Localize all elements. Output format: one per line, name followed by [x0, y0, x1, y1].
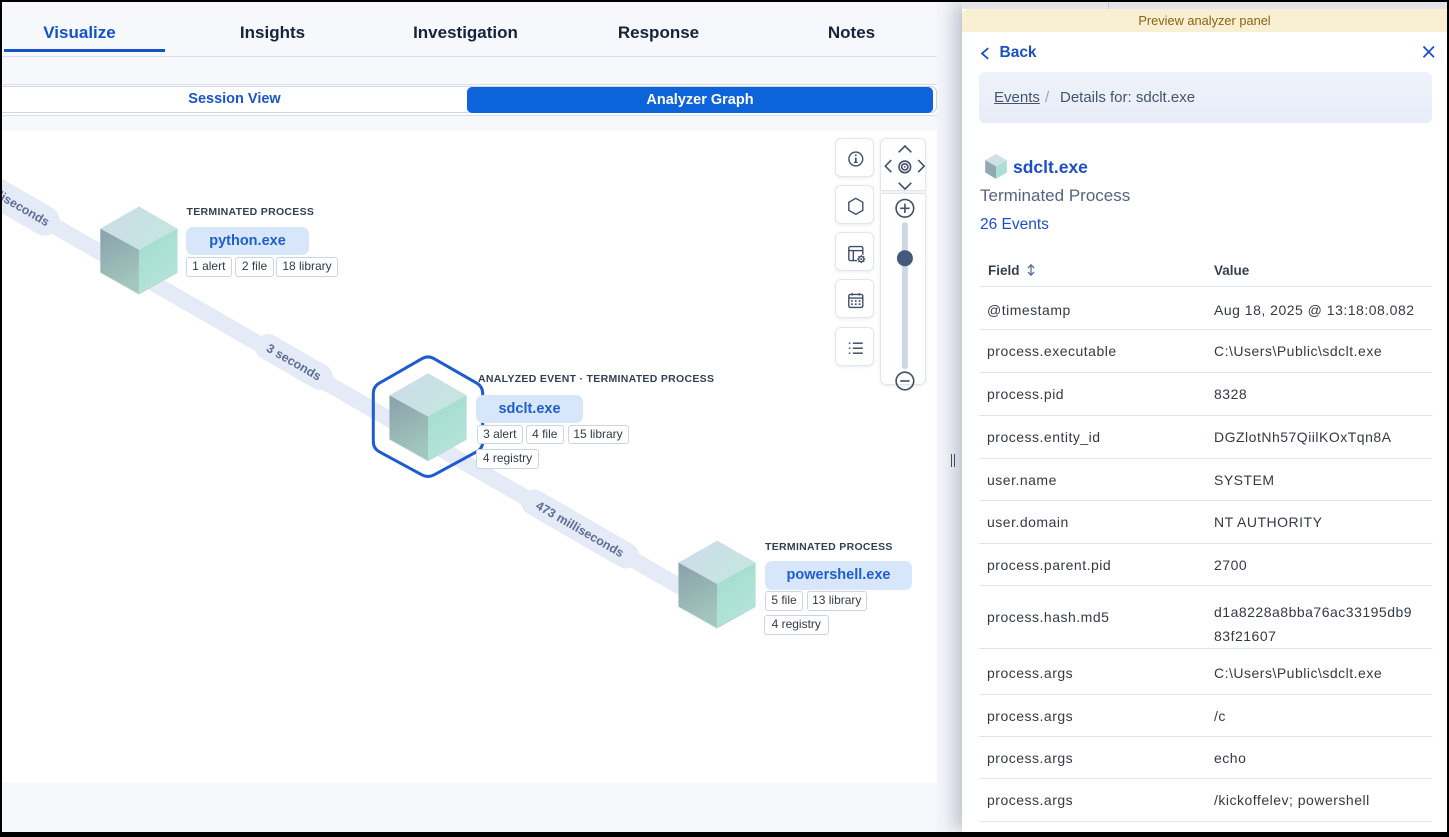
svg-text:473 milliseconds: 473 milliseconds [533, 498, 626, 560]
